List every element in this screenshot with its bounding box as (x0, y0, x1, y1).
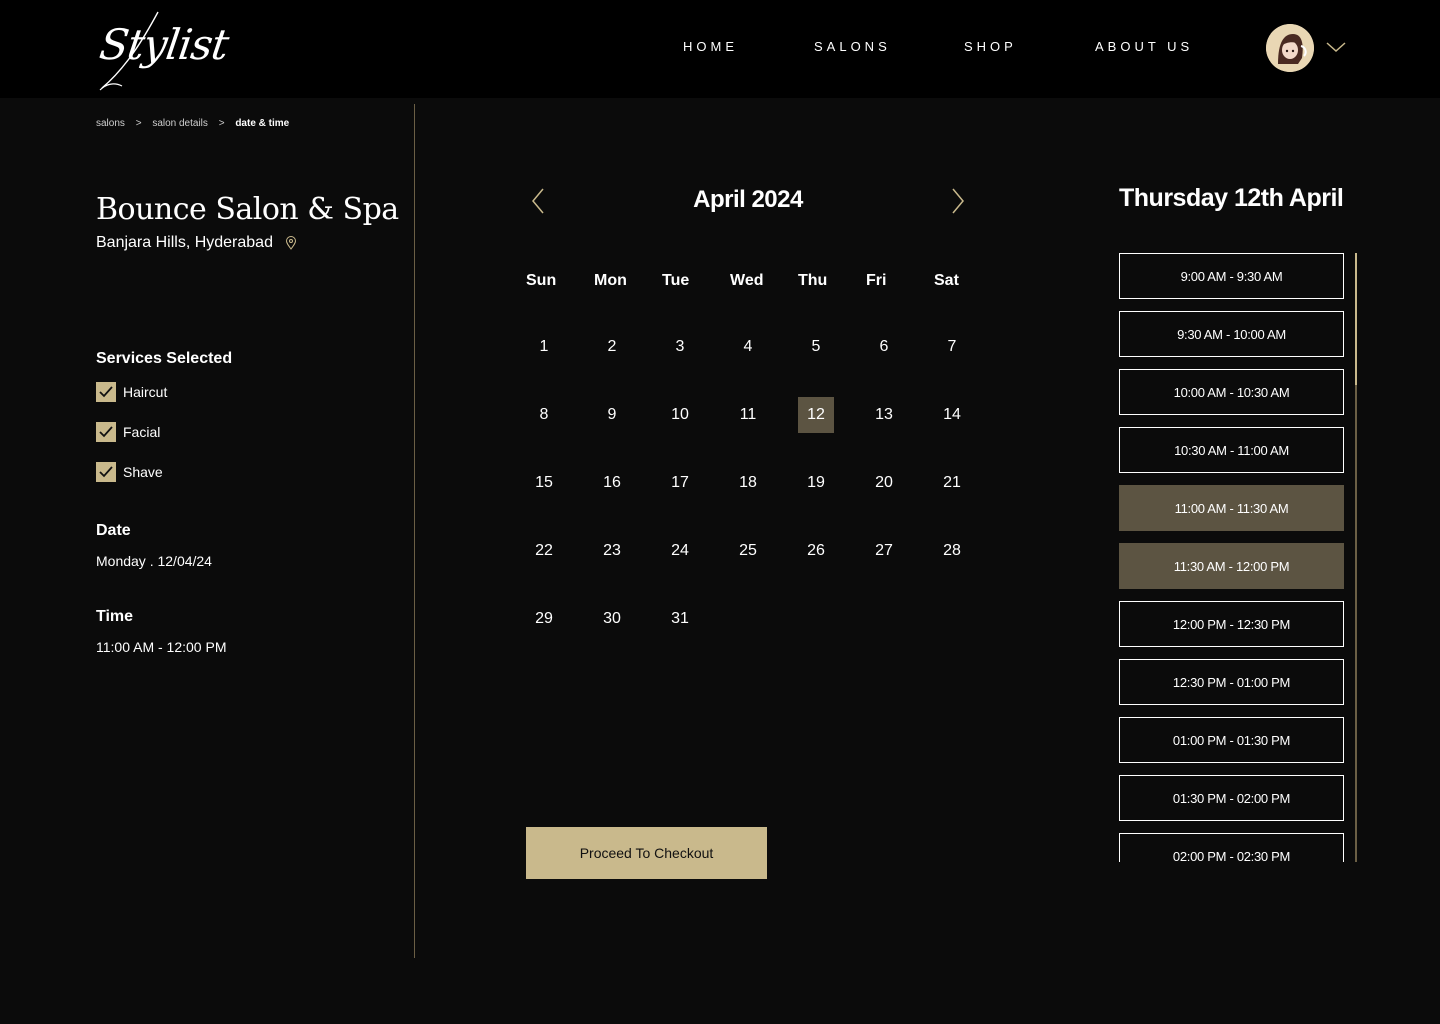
weekday-header: Mon (594, 272, 627, 289)
calendar-day-selected[interactable]: 12 (798, 397, 834, 433)
calendar-day[interactable]: 27 (866, 533, 902, 569)
time-slot[interactable]: 12:00 PM - 12:30 PM (1119, 601, 1344, 647)
calendar-month-title: April 2024 (693, 186, 803, 213)
calendar-day[interactable]: 26 (798, 533, 834, 569)
time-slot[interactable]: 9:00 AM - 9:30 AM (1119, 253, 1344, 299)
haircut-checkbox[interactable] (96, 382, 116, 402)
calendar-day[interactable]: 4 (730, 329, 766, 365)
weekday-header: Sun (526, 272, 557, 289)
time-slot[interactable]: 02:00 PM - 02:30 PM (1119, 833, 1344, 862)
time-slot-selected[interactable]: 11:30 AM - 12:00 PM (1119, 543, 1344, 589)
service-shave: Shave (96, 462, 163, 482)
weekday-header: Thu (798, 272, 828, 289)
salon-name: Bounce Salon & Spa (96, 192, 399, 227)
services-title: Services Selected (96, 350, 233, 367)
service-haircut: Haircut (96, 382, 167, 402)
time-slot[interactable]: 01:00 PM - 01:30 PM (1119, 717, 1344, 763)
chevron-down-icon[interactable] (1326, 41, 1346, 53)
calendar-day[interactable]: 3 (662, 329, 698, 365)
shave-checkbox[interactable] (96, 462, 116, 482)
time-slot[interactable]: 10:30 AM - 11:00 AM (1119, 427, 1344, 473)
logo-text: Stylist (96, 20, 232, 69)
avatar-illustration (1266, 24, 1314, 72)
checkmark-icon (99, 386, 113, 398)
calendar-day[interactable]: 14 (934, 397, 970, 433)
weekday-header: Sat (934, 272, 959, 289)
calendar-day[interactable]: 20 (866, 465, 902, 501)
nav-salons[interactable]: SALONS (814, 39, 891, 54)
slots-scrollbar-thumb[interactable] (1355, 253, 1357, 385)
breadcrumb: salons > salon details > date & time (96, 118, 289, 129)
calendar-day[interactable]: 31 (662, 601, 698, 637)
chevron-right-icon[interactable] (950, 188, 966, 214)
calendar-day[interactable]: 2 (594, 329, 630, 365)
calendar-day[interactable]: 13 (866, 397, 902, 433)
nav-shop[interactable]: SHOP (964, 39, 1017, 54)
calendar-day[interactable]: 6 (866, 329, 902, 365)
calendar-day[interactable]: 15 (526, 465, 562, 501)
time-slot[interactable]: 01:30 PM - 02:00 PM (1119, 775, 1344, 821)
date-title: Date (96, 522, 131, 539)
calendar-day[interactable]: 30 (594, 601, 630, 637)
weekday-header: Tue (662, 272, 690, 289)
weekday-header: Wed (730, 272, 764, 289)
checkmark-icon (99, 466, 113, 478)
calendar-day[interactable]: 17 (662, 465, 698, 501)
time-slot-list[interactable]: 9:00 AM - 9:30 AM 9:30 AM - 10:00 AM 10:… (1119, 253, 1344, 862)
calendar-day[interactable]: 21 (934, 465, 970, 501)
weekday-header: Fri (866, 272, 887, 289)
checkmark-icon (99, 426, 113, 438)
service-label: Haircut (123, 384, 168, 400)
calendar-day[interactable]: 28 (934, 533, 970, 569)
proceed-to-checkout-button[interactable]: Proceed To Checkout (526, 827, 767, 879)
calendar-day[interactable]: 7 (934, 329, 970, 365)
breadcrumb-separator: > (135, 118, 142, 129)
nav-home[interactable]: HOME (683, 39, 738, 54)
calendar-day[interactable]: 10 (662, 397, 698, 433)
nav-about-us[interactable]: ABOUT US (1095, 39, 1193, 54)
stylist-logo[interactable]: Stylist (96, 8, 231, 92)
calendar-day[interactable]: 11 (730, 397, 766, 433)
calendar-day[interactable]: 1 (526, 329, 562, 365)
facial-checkbox[interactable] (96, 422, 116, 442)
breadcrumb-separator: > (218, 118, 225, 129)
selected-day-title: Thursday 12th April (1119, 184, 1344, 212)
breadcrumb-salons[interactable]: salons (96, 118, 125, 129)
calendar-day[interactable]: 24 (662, 533, 698, 569)
calendar-day[interactable]: 8 (526, 397, 562, 433)
time-slot[interactable]: 9:30 AM - 10:00 AM (1119, 311, 1344, 357)
calendar-day[interactable]: 19 (798, 465, 834, 501)
time-value: 11:00 AM - 12:00 PM (96, 639, 227, 655)
service-label: Facial (123, 424, 161, 440)
calendar-day[interactable]: 23 (594, 533, 630, 569)
calendar-day[interactable]: 9 (594, 397, 630, 433)
calendar-day[interactable]: 22 (526, 533, 562, 569)
time-slot-selected[interactable]: 11:00 AM - 11:30 AM (1119, 485, 1344, 531)
calendar-day[interactable]: 25 (730, 533, 766, 569)
user-avatar[interactable] (1266, 24, 1314, 72)
time-slot[interactable]: 10:00 AM - 10:30 AM (1119, 369, 1344, 415)
service-facial: Facial (96, 422, 160, 442)
calendar-day[interactable]: 18 (730, 465, 766, 501)
date-value: Monday . 12/04/24 (96, 553, 212, 569)
calendar-day[interactable]: 5 (798, 329, 834, 365)
calendar-day[interactable]: 29 (526, 601, 562, 637)
top-navigation-bar: Stylist HOME SALONS SHOP ABOUT US (0, 0, 1440, 98)
vertical-divider (414, 104, 415, 958)
time-slot[interactable]: 12:30 PM - 01:00 PM (1119, 659, 1344, 705)
time-title: Time (96, 608, 134, 625)
location-pin-icon[interactable] (285, 236, 297, 250)
chevron-left-icon[interactable] (530, 188, 546, 214)
service-label: Shave (123, 464, 163, 480)
breadcrumb-salon-details[interactable]: salon details (152, 118, 208, 129)
breadcrumb-current: date & time (235, 118, 290, 129)
salon-location: Banjara Hills, Hyderabad (96, 234, 273, 251)
calendar-day[interactable]: 16 (594, 465, 630, 501)
